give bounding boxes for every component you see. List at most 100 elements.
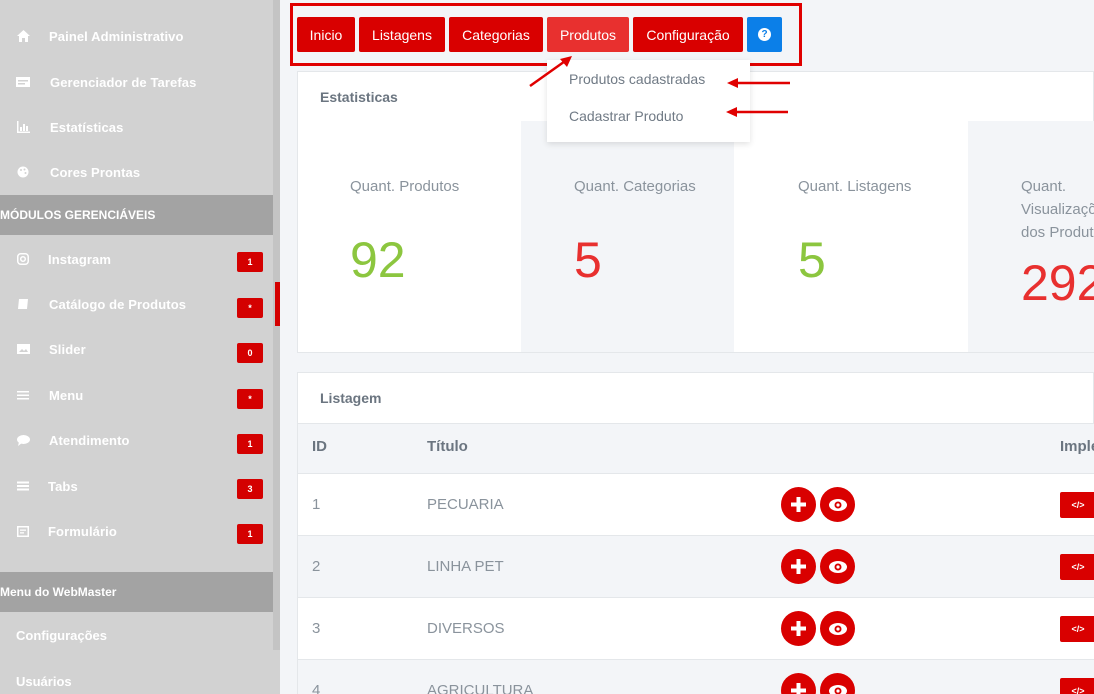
sidebar-item-formulario[interactable]: Formulário 1 (0, 511, 272, 551)
stat-label-categorias: Quant. Categorias (574, 178, 696, 195)
sidebar-badge: * (237, 389, 263, 409)
code-button[interactable]: </> (1060, 616, 1094, 642)
sidebar-item-configuracoes[interactable]: Configurações (16, 628, 107, 643)
eye-icon (828, 498, 847, 511)
sidebar-item-label: Gerenciador de Tarefas (50, 74, 197, 90)
sidebar: Painel Administrativo Gerenciador de Tar… (0, 0, 280, 694)
help-button[interactable]: ? (747, 17, 782, 52)
view-button[interactable] (820, 487, 855, 522)
chart-icon (16, 120, 30, 134)
plus-icon (791, 497, 806, 512)
view-button[interactable] (820, 673, 855, 694)
sidebar-item-tabs[interactable]: Tabs 3 (0, 466, 272, 506)
nav-button-categorias[interactable]: Categorias (449, 17, 543, 52)
code-button[interactable]: </> (1060, 678, 1094, 694)
chat-icon (16, 433, 30, 447)
sidebar-badge: 1 (237, 252, 263, 272)
stat-clip-visualizacoes: Quant. Visualizações dos Produtos 292 (968, 121, 1094, 352)
plus-icon (791, 559, 806, 574)
code-button[interactable]: </> (1060, 554, 1094, 580)
table-row: 3 DIVERSOS </> (298, 597, 1094, 659)
book-icon (16, 297, 30, 311)
header-impl-clip: Implementar (1060, 438, 1094, 456)
tasks-icon (16, 75, 30, 89)
stat-label-listagens: Quant. Listagens (798, 178, 912, 195)
code-icon: </> (1071, 562, 1085, 572)
sidebar-section-modules: MÓDULOS GERENCIÁVEIS (0, 195, 280, 235)
add-button[interactable] (781, 611, 816, 646)
cell-title: AGRICULTURA (427, 682, 534, 694)
code-button[interactable]: </> (1060, 492, 1094, 518)
code-icon: </> (1071, 500, 1085, 510)
sidebar-item-estatisticas[interactable]: Estatísticas (0, 107, 272, 147)
image-icon (16, 342, 30, 356)
sidebar-item-tarefas[interactable]: Gerenciador de Tarefas (0, 62, 272, 102)
annotation-arrows (529, 56, 790, 117)
header-title: Título (427, 438, 468, 455)
sidebar-badge: 3 (237, 479, 263, 499)
stat-box-produtos (298, 121, 521, 352)
sidebar-item-catalogo[interactable]: Catálogo de Produtos * (0, 284, 272, 324)
sidebar-item-label: Estatísticas (50, 119, 124, 135)
sidebar-item-painel[interactable]: Painel Administrativo (0, 16, 272, 56)
home-icon (16, 29, 30, 43)
sidebar-item-slider[interactable]: Slider 0 (0, 329, 272, 369)
sidebar-badge: 1 (237, 524, 263, 544)
question-icon: ? (758, 28, 771, 41)
sidebar-item-label: Tabs (48, 478, 78, 494)
stat-value-produtos: 92 (350, 232, 406, 288)
header-id: ID (312, 438, 327, 455)
nav-button-listagens[interactable]: Listagens (359, 17, 445, 52)
stat-value-visualizacoes: 292 (1021, 255, 1094, 311)
cell-id: 1 (312, 496, 321, 513)
nav-button-inicio[interactable]: Inicio (297, 17, 355, 52)
bars-icon (16, 479, 30, 493)
sidebar-item-label: Catálogo de Produtos (49, 296, 187, 312)
cell-title: DIVERSOS (427, 620, 505, 637)
table-row: 1 PECUARIA </> (298, 473, 1094, 535)
stat-value-listagens: 5 (798, 232, 826, 288)
sidebar-badge: 1 (237, 434, 263, 454)
sidebar-item-label: Menu (49, 387, 84, 403)
cell-id: 4 (312, 682, 321, 694)
stats-title: Estatisticas (320, 89, 398, 105)
menu-icon (16, 388, 30, 402)
sidebar-section-webmaster: Menu do WebMaster (0, 572, 280, 612)
add-button[interactable] (781, 487, 816, 522)
add-button[interactable] (781, 673, 816, 694)
sidebar-item-cores[interactable]: Cores Prontas (0, 152, 272, 192)
sidebar-item-menu[interactable]: Menu * (0, 375, 272, 415)
eye-icon (828, 684, 847, 694)
sidebar-item-instagram[interactable]: Instagram 1 (0, 239, 272, 279)
view-button[interactable] (820, 611, 855, 646)
sidebar-badge: * (237, 298, 263, 318)
cell-id: 3 (312, 620, 321, 637)
plus-icon (791, 683, 806, 694)
add-button[interactable] (781, 549, 816, 584)
sidebar-item-label: Instagram (48, 251, 112, 267)
instagram-icon (16, 252, 30, 266)
nav-button-configuracao[interactable]: Configuração (633, 17, 743, 52)
stat-box-listagens (734, 121, 968, 352)
sidebar-item-label: Cores Prontas (50, 164, 141, 180)
sidebar-item-label: Atendimento (49, 432, 130, 448)
stat-value-categorias: 5 (574, 232, 602, 288)
table-row: 2 LINHA PET </> (298, 535, 1094, 597)
sidebar-item-atendimento[interactable]: Atendimento 1 (0, 420, 272, 460)
nav-button-produtos[interactable]: Produtos (547, 17, 629, 52)
sidebar-item-usuarios[interactable]: Usuários (16, 674, 72, 689)
plus-icon (791, 621, 806, 636)
eye-icon (828, 560, 847, 573)
cell-id: 2 (312, 558, 321, 575)
stat-label-visualizacoes: Quant. Visualizações dos Produtos (1021, 178, 1094, 241)
code-icon: </> (1071, 624, 1085, 634)
table-header (298, 423, 1094, 473)
sidebar-item-label: Slider (49, 341, 86, 357)
header-impl: Implementar (1060, 438, 1094, 455)
view-button[interactable] (820, 549, 855, 584)
cell-title: PECUARIA (427, 496, 504, 513)
sidebar-item-label: Formulário (48, 523, 117, 539)
eye-icon (828, 622, 847, 635)
sidebar-active-indicator (275, 282, 280, 326)
stat-label-produtos: Quant. Produtos (350, 178, 460, 195)
